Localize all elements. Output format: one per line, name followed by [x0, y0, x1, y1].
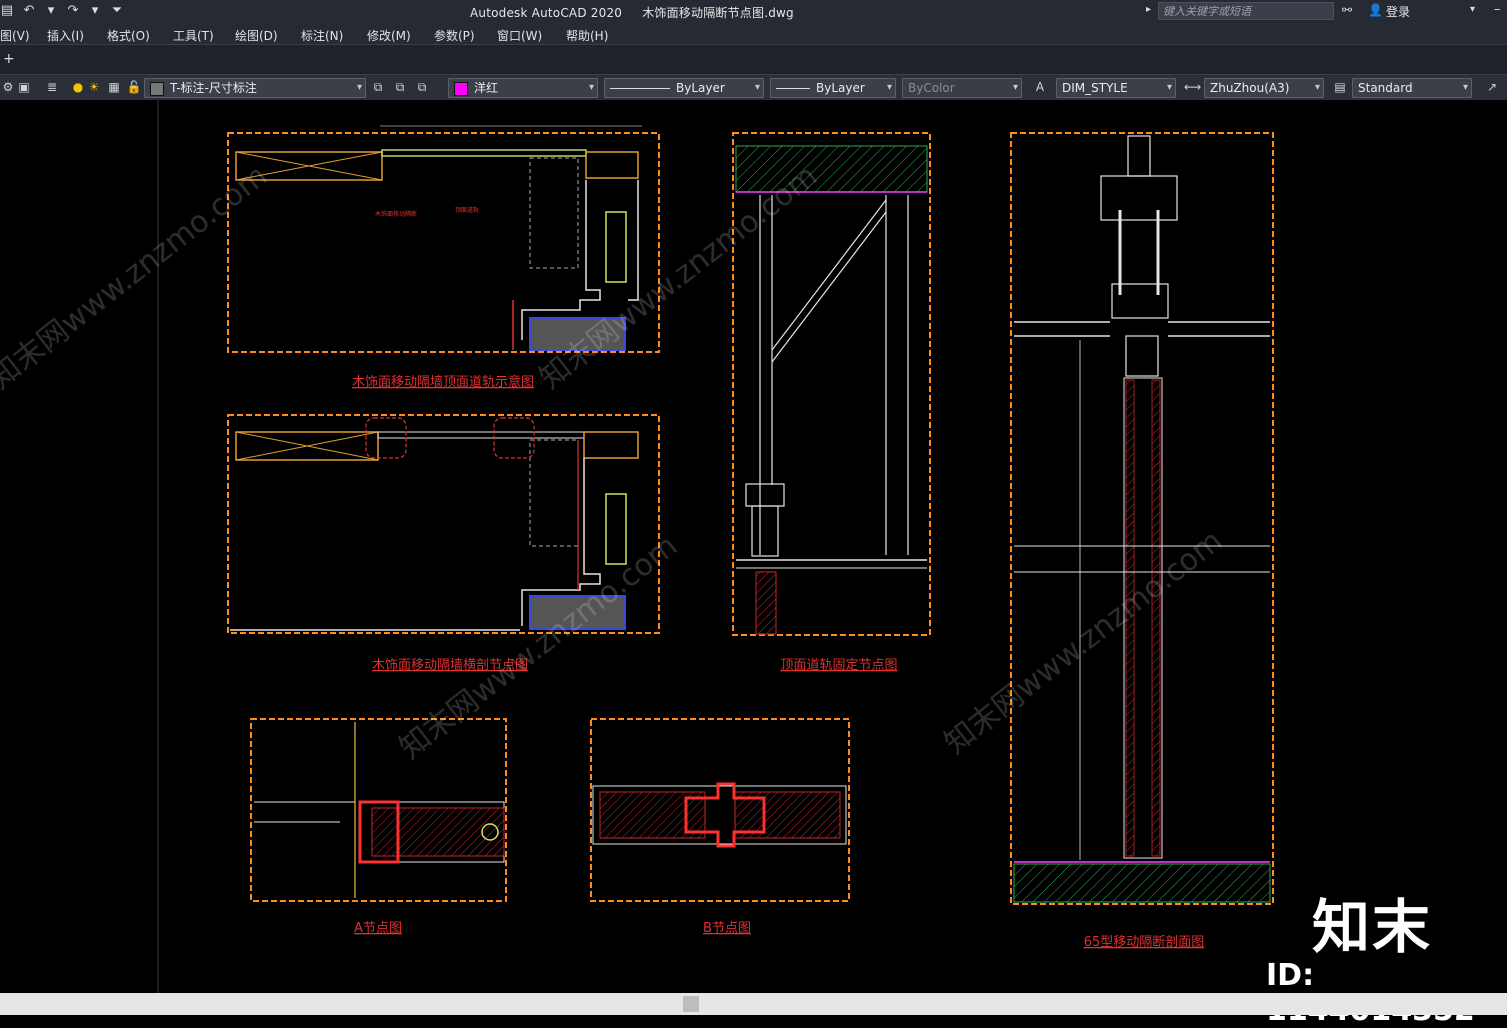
watermark-text-2: 知末网www.znzmo.com — [533, 158, 824, 396]
chevron-down-icon: ▾ — [1012, 82, 1018, 93]
dimstyle-name: DIM_STYLE — [1062, 81, 1128, 95]
textstyle-name: Standard — [1358, 81, 1413, 95]
layer-select[interactable]: T-标注-尺寸标注 ▾ — [144, 78, 366, 98]
dropdown-icon[interactable]: ▾ — [44, 2, 58, 20]
horizontal-scrollbar[interactable] — [0, 993, 1507, 1015]
chevron-down-icon: ▾ — [1166, 82, 1172, 93]
layer-name: T-标注-尺寸标注 — [170, 81, 257, 95]
menu-window[interactable]: 窗口(W) — [497, 27, 542, 44]
layer-properties-icon[interactable]: ▣ — [16, 79, 32, 95]
table-style-icon[interactable]: ▤ — [1332, 79, 1348, 95]
quick-access-toolbar: ▤ ↶ ▾ ↷ ▾ ⏷ — [0, 2, 124, 20]
drawing-node-a — [250, 718, 507, 902]
menu-bar: 图(V) 插入(I) 格式(O) 工具(T) 绘图(D) 标注(N) 修改(M)… — [0, 24, 1507, 44]
linetype-name: ByLayer — [676, 81, 725, 95]
drawing-ceiling-track-schematic: 木饰面移动隔断 顶面道轨 — [227, 125, 660, 353]
drawing-type65-section — [1010, 132, 1274, 905]
minimize-icon[interactable]: – — [1494, 2, 1501, 17]
layer-previous-icon[interactable]: ⧉ — [392, 79, 408, 95]
app-name: Autodesk AutoCAD 2020 — [470, 6, 623, 20]
title-bar: ▤ ↶ ▾ ↷ ▾ ⏷ Autodesk AutoCAD 2020 木饰面移动隔… — [0, 0, 1507, 24]
color-swatch — [454, 81, 468, 96]
lineweight-preview — [776, 88, 810, 89]
layer-color-swatch — [150, 81, 164, 96]
watermark-text-4: 知末网www.znzmo.com — [393, 528, 684, 766]
scrollbar-thumb[interactable] — [683, 996, 699, 1012]
user-icon[interactable]: 👤 — [1368, 3, 1383, 17]
window-title: Autodesk AutoCAD 2020 木饰面移动隔断节点图.dwg — [470, 4, 794, 21]
drawing-title-3: 顶面道轨固定节点图 — [780, 658, 897, 673]
sun-icon[interactable]: ☀ — [86, 79, 102, 95]
layer-manager-icon[interactable]: ≣ — [44, 79, 60, 95]
chevron-down-icon: ▾ — [1462, 82, 1468, 93]
svg-text:木饰面移动隔断: 木饰面移动隔断 — [375, 210, 417, 218]
drawing-title-5: B节点图 — [703, 921, 751, 936]
text-style-icon[interactable]: A — [1032, 79, 1048, 95]
linetype-preview — [610, 88, 670, 89]
linetype-select[interactable]: ByLayer ▾ — [604, 78, 764, 98]
drawing-node-b — [590, 718, 850, 902]
file-name: 木饰面移动隔断节点图.dwg — [642, 6, 794, 20]
menu-view[interactable]: 图(V) — [0, 27, 30, 44]
menu-tools[interactable]: 工具(T) — [173, 27, 214, 44]
make-current-icon[interactable]: ⧉ — [370, 79, 386, 95]
search-input[interactable]: 键入关键字或短语 — [1158, 2, 1334, 20]
lightbulb-icon[interactable]: ● — [70, 79, 86, 95]
tablestyle-name: ZhuZhou(A3) — [1210, 81, 1290, 95]
watermark-text-3: 知末网www.znzmo.com — [938, 523, 1229, 761]
chevron-down-icon: ▾ — [886, 82, 892, 93]
viewport-freeze-icon[interactable]: ▦ — [106, 79, 122, 95]
menu-help[interactable]: 帮助(H) — [566, 27, 608, 44]
drawing-title-4: A节点图 — [354, 921, 402, 936]
plotstyle-name: ByColor — [908, 81, 955, 95]
multileader-icon[interactable]: ↗ — [1484, 79, 1500, 95]
menu-insert[interactable]: 插入(I) — [47, 27, 84, 44]
undo-icon[interactable]: ↶ — [22, 2, 36, 20]
watermark-text-1: 知末网www.znzmo.com — [0, 158, 274, 396]
chevron-down-icon: ▾ — [1314, 82, 1320, 93]
menu-draw[interactable]: 绘图(D) — [235, 27, 278, 44]
properties-toolbar: ⚙ ▣ ≣ ● ☀ ▦ 🔓 T-标注-尺寸标注 ▾ ⧉ ⧉ ⧉ 洋红 ▾ ByL… — [0, 74, 1507, 102]
app-menu-icon[interactable]: ▤ — [0, 2, 14, 20]
lineweight-name: ByLayer — [816, 81, 865, 95]
login-button[interactable]: 登录 — [1386, 3, 1410, 20]
dropdown-icon[interactable]: ▾ — [88, 2, 102, 20]
color-select[interactable]: 洋红 ▾ — [448, 78, 598, 98]
drawing-title-6: 65型移动隔断剖面图 — [1084, 935, 1205, 950]
new-tab-icon[interactable]: + — [3, 51, 15, 67]
drawing-title-1: 木饰面移动隔墙顶面道轨示意图 — [352, 374, 534, 390]
color-name: 洋红 — [474, 81, 499, 95]
plotstyle-select: ByColor ▾ — [902, 78, 1022, 98]
lock-icon[interactable]: 🔓 — [126, 79, 142, 95]
watermark-layer: 知末网www.znzmo.com 知末网www.znzmo.com 知末网www… — [0, 158, 1229, 766]
cad-drawing: 木饰面移动隔断 顶面道轨 木饰面移动隔墙顶面道轨示意图 木饰面移动隔墙横剖节点图 — [0, 100, 1274, 993]
menu-dimension[interactable]: 标注(N) — [301, 27, 343, 44]
watermark-brand: 知末 — [1312, 893, 1433, 961]
svg-text:顶面道轨: 顶面道轨 — [455, 206, 479, 214]
file-tab-strip: + — [0, 44, 1507, 75]
menu-modify[interactable]: 修改(M) — [367, 27, 411, 44]
chevron-down-icon[interactable]: ▾ — [1470, 4, 1475, 15]
drawing-canvas[interactable]: 木饰面移动隔断 顶面道轨 木饰面移动隔墙顶面道轨示意图 木饰面移动隔墙横剖节点图 — [0, 100, 1507, 993]
binoculars-icon[interactable]: ⚯ — [1342, 3, 1352, 17]
layer-states-icon[interactable]: ⚙ — [0, 79, 16, 95]
redo-icon[interactable]: ↷ — [66, 2, 80, 20]
tablestyle-select[interactable]: ZhuZhou(A3) ▾ — [1204, 78, 1324, 98]
dimension-style-icon[interactable]: ⟷ — [1184, 79, 1201, 95]
customize-icon[interactable]: ⏷ — [110, 2, 124, 20]
dimstyle-select[interactable]: DIM_STYLE ▾ — [1056, 78, 1176, 98]
chevron-down-icon: ▾ — [754, 82, 760, 93]
chevron-down-icon: ▾ — [588, 82, 594, 93]
lineweight-select[interactable]: ByLayer ▾ — [770, 78, 896, 98]
expand-arrow-icon[interactable]: ▸ — [1146, 4, 1151, 15]
chevron-down-icon: ▾ — [356, 82, 362, 93]
menu-parametric[interactable]: 参数(P) — [434, 27, 475, 44]
menu-format[interactable]: 格式(O) — [107, 27, 150, 44]
textstyle-select[interactable]: Standard ▾ — [1352, 78, 1472, 98]
match-layer-icon[interactable]: ⧉ — [414, 79, 430, 95]
